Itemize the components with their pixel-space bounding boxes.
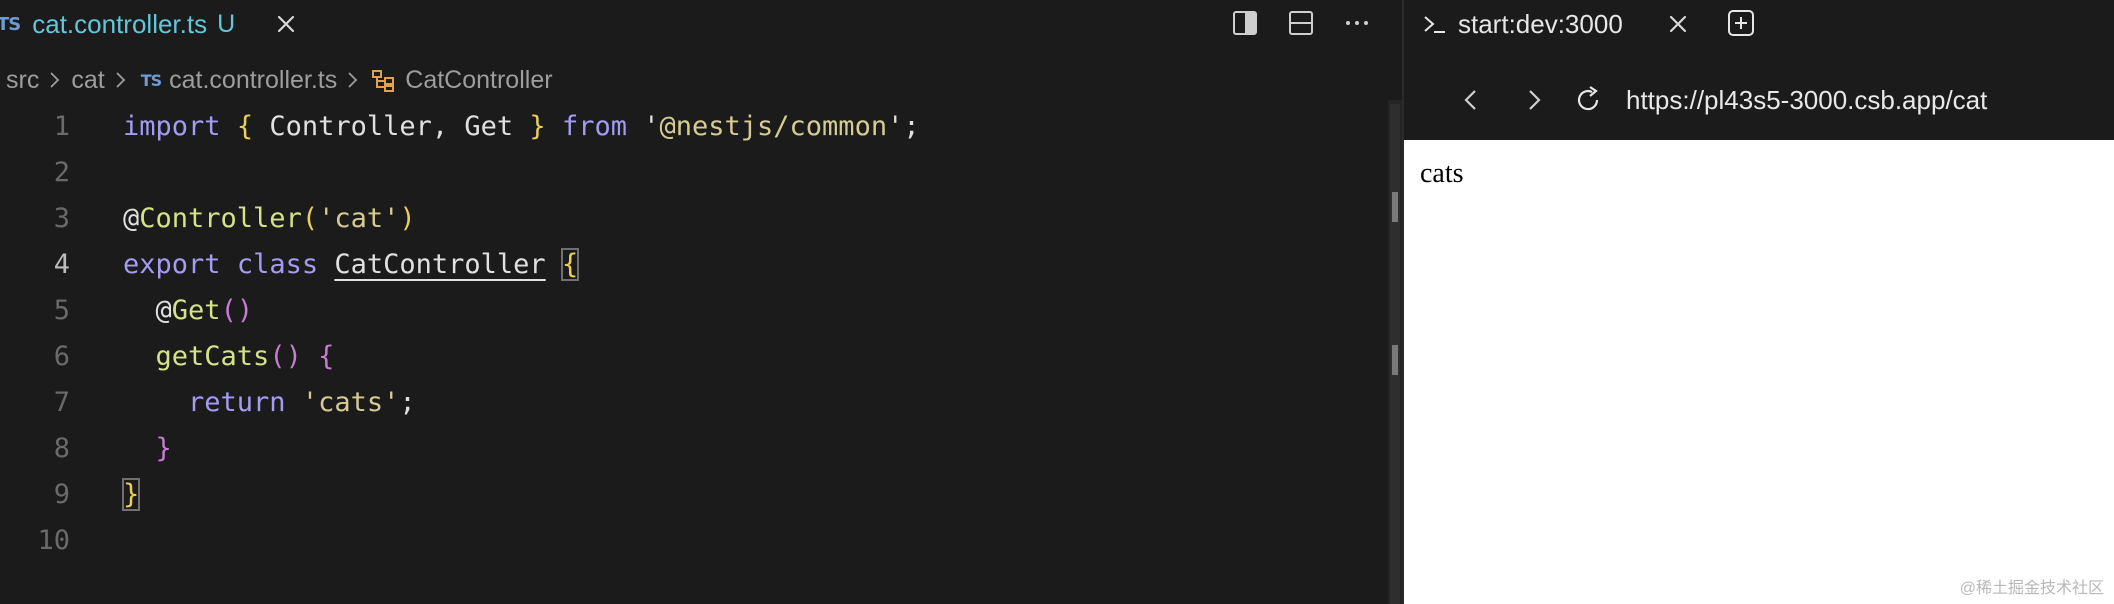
code-token: @ [123, 203, 140, 234]
line-number: 3 [53, 203, 70, 234]
code-token: Controller [139, 203, 302, 234]
watermark: @稀土掘金技术社区 [1959, 580, 2104, 597]
more-actions-button[interactable] [1342, 8, 1372, 38]
typescript-file-icon: TS [140, 70, 162, 90]
code-token: ( [301, 203, 319, 234]
editor-tab-cat-controller[interactable]: TS cat.controller.ts U [0, 0, 235, 48]
browser-viewport: cats @稀土掘金技术社区 [1404, 140, 2114, 604]
line-content: } [123, 426, 172, 472]
breadcrumb-item-symbol[interactable]: CatController [405, 66, 552, 95]
line-number: 6 [53, 341, 70, 372]
resize-sash-handle[interactable] [1392, 345, 1398, 375]
untracked-status-badge: U [217, 9, 236, 38]
browser-nav-bar: https://pl43s5-3000.csb.app/cat [1402, 76, 2114, 124]
code-token: CatController [334, 249, 546, 280]
line-content: @Controller('cat') [123, 196, 416, 242]
breadcrumb: src cat TS cat.controller.ts CatControll… [6, 62, 553, 98]
new-tab-icon[interactable] [1726, 8, 1756, 38]
code-token: @nestjs/common [659, 111, 888, 142]
close-icon[interactable] [272, 10, 300, 38]
code-token: getCats [155, 341, 270, 372]
code-token: Get [171, 295, 221, 326]
split-editor-down-icon [1289, 11, 1313, 35]
breadcrumb-item-src[interactable]: src [6, 66, 39, 95]
code-token: } [121, 478, 141, 511]
terminal-prompt-icon [1424, 16, 1445, 33]
code-token: Controller, Get [253, 111, 530, 142]
chevron-right-icon [348, 72, 358, 88]
symbol-class-icon [372, 70, 395, 92]
line-content: import { Controller, Get } from '@nestjs… [123, 104, 920, 150]
code-token: import [123, 111, 221, 142]
code-token: ' [626, 111, 660, 142]
code-token: 'cat' [318, 203, 400, 234]
line-number: 7 [53, 387, 70, 418]
line-content: getCats() { [123, 334, 335, 380]
code-token: () [269, 341, 302, 372]
back-arrow-icon[interactable] [1454, 82, 1490, 118]
code-token: 'cats' [301, 387, 400, 418]
tab-start-dev[interactable]: start:dev:3000 [1422, 0, 1623, 48]
code-token: { [318, 341, 335, 372]
more-actions-icon [1346, 21, 1368, 25]
editor-actions [1230, 8, 1372, 38]
line-number: 4 [53, 249, 70, 280]
breadcrumb-item-file[interactable]: cat.controller.ts [169, 66, 337, 95]
preview-panel: start:dev:3000 https://pl43s5-3000.csb.a… [1402, 0, 2114, 604]
forward-arrow-icon[interactable] [1516, 82, 1552, 118]
split-editor-down-button[interactable] [1286, 8, 1316, 38]
split-editor-right-icon [1233, 11, 1257, 35]
line-content: return 'cats'; [123, 380, 416, 426]
code-token: from [561, 111, 627, 142]
tab-filename: cat.controller.ts [32, 8, 208, 39]
code-token: ; [399, 387, 416, 418]
code-token: () [220, 295, 254, 326]
line-number: 8 [53, 433, 70, 464]
tab-title: start:dev:3000 [1458, 8, 1623, 39]
line-content: } [121, 472, 141, 518]
line-content: @Get() [123, 288, 254, 334]
chevron-right-icon [50, 72, 60, 88]
code-editor[interactable]: TS cat.controller.ts U src cat TS cat.co… [0, 0, 1402, 604]
page-content-text: cats [1420, 158, 1464, 189]
typescript-file-icon: TS [0, 13, 21, 35]
reload-icon[interactable] [1570, 82, 1606, 118]
code-token: class [236, 249, 319, 280]
resize-sash-handle[interactable] [1392, 192, 1398, 222]
code-token: { [560, 248, 580, 281]
code-token: ) [399, 203, 416, 234]
line-number: 10 [37, 525, 70, 556]
editor-tab-bar: TS cat.controller.ts U [0, 0, 1402, 48]
url-field[interactable]: https://pl43s5-3000.csb.app/cat [1626, 82, 1987, 118]
code-token: { [236, 111, 254, 142]
code-token: } [155, 433, 172, 464]
code-token: } [529, 111, 546, 142]
code-token: export [123, 249, 221, 280]
code-token: @ [123, 295, 172, 326]
breadcrumb-item-cat[interactable]: cat [71, 66, 104, 95]
chevron-right-icon [116, 72, 125, 88]
line-number: 1 [53, 111, 70, 142]
line-content: export class CatController { [123, 242, 580, 288]
code-token: return [188, 387, 286, 418]
line-number: 9 [53, 479, 70, 510]
close-icon[interactable] [1664, 10, 1692, 38]
split-editor-right-button[interactable] [1230, 8, 1260, 38]
code-token: '; [887, 111, 920, 142]
line-number: 5 [53, 295, 70, 326]
line-number: 2 [53, 157, 70, 188]
